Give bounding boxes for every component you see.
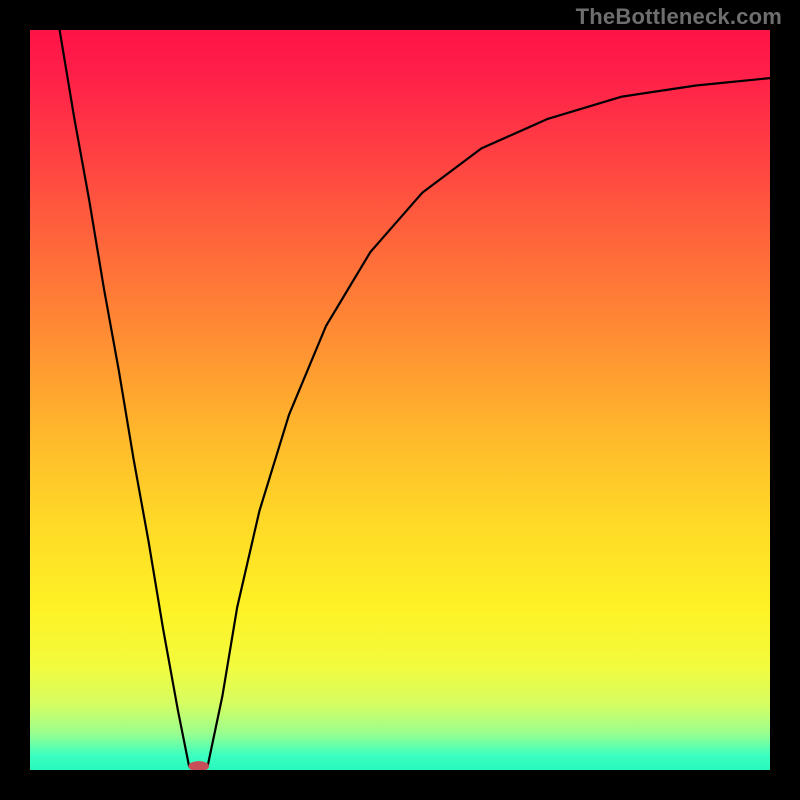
curve-right-branch: [208, 78, 770, 766]
minimum-marker: [188, 761, 209, 770]
chart-frame: TheBottleneck.com: [0, 0, 800, 800]
plot-svg: [30, 30, 770, 770]
curve-left-branch: [60, 30, 190, 766]
watermark-label: TheBottleneck.com: [576, 4, 782, 30]
plot-area: [30, 30, 770, 770]
